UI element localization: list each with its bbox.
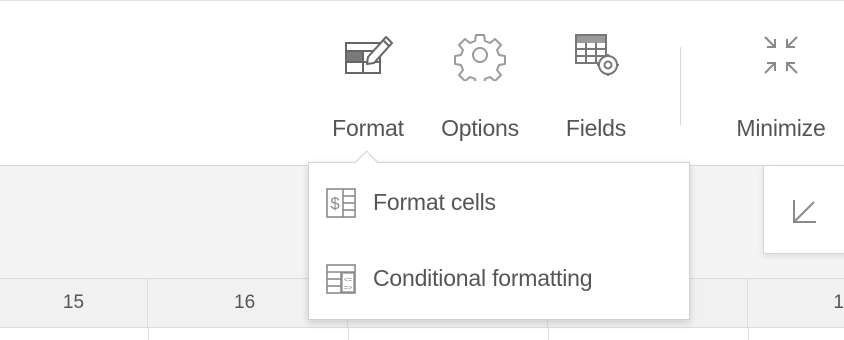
- minimize-label: Minimize: [736, 115, 826, 141]
- grid-divider: [548, 328, 549, 340]
- menu-item-label: Format cells: [373, 189, 496, 215]
- column-header[interactable]: 15: [0, 279, 148, 327]
- toolbar-separator: [680, 47, 681, 125]
- menu-item-conditional-formatting[interactable]: <= => Conditional formatting: [309, 241, 689, 317]
- format-icon: [342, 29, 394, 81]
- format-button[interactable]: Format: [318, 1, 418, 166]
- format-dropdown-menu: $ Format cells <= => Conditional formatt…: [308, 162, 690, 320]
- fields-label: Fields: [565, 115, 627, 141]
- svg-text:<=: <=: [344, 277, 352, 284]
- menu-item-format-cells[interactable]: $ Format cells: [309, 165, 689, 241]
- options-button[interactable]: Options: [428, 1, 532, 166]
- svg-text:=>: =>: [344, 285, 352, 292]
- dollar-table-icon: $: [325, 187, 357, 219]
- grid-row: [0, 328, 844, 340]
- fields-button[interactable]: Fields: [552, 1, 640, 166]
- column-header[interactable]: 1: [748, 279, 844, 327]
- minimize-icon: [755, 29, 807, 81]
- menu-item-label: Conditional formatting: [373, 265, 593, 291]
- toolbar: Format Options Fields Minimize: [0, 0, 844, 166]
- grid-divider: [348, 328, 349, 340]
- gear-icon: [454, 29, 506, 86]
- side-panel: [763, 166, 844, 254]
- conditional-table-icon: <= =>: [325, 263, 357, 295]
- options-label: Options: [441, 115, 519, 141]
- grid-divider: [748, 328, 749, 340]
- minimize-button[interactable]: Minimize: [725, 1, 844, 166]
- fields-icon: [570, 29, 622, 81]
- grid-divider: [148, 328, 149, 340]
- format-label: Format: [332, 115, 404, 141]
- svg-text:$: $: [330, 194, 340, 213]
- collapse-arrow-icon[interactable]: [790, 196, 820, 226]
